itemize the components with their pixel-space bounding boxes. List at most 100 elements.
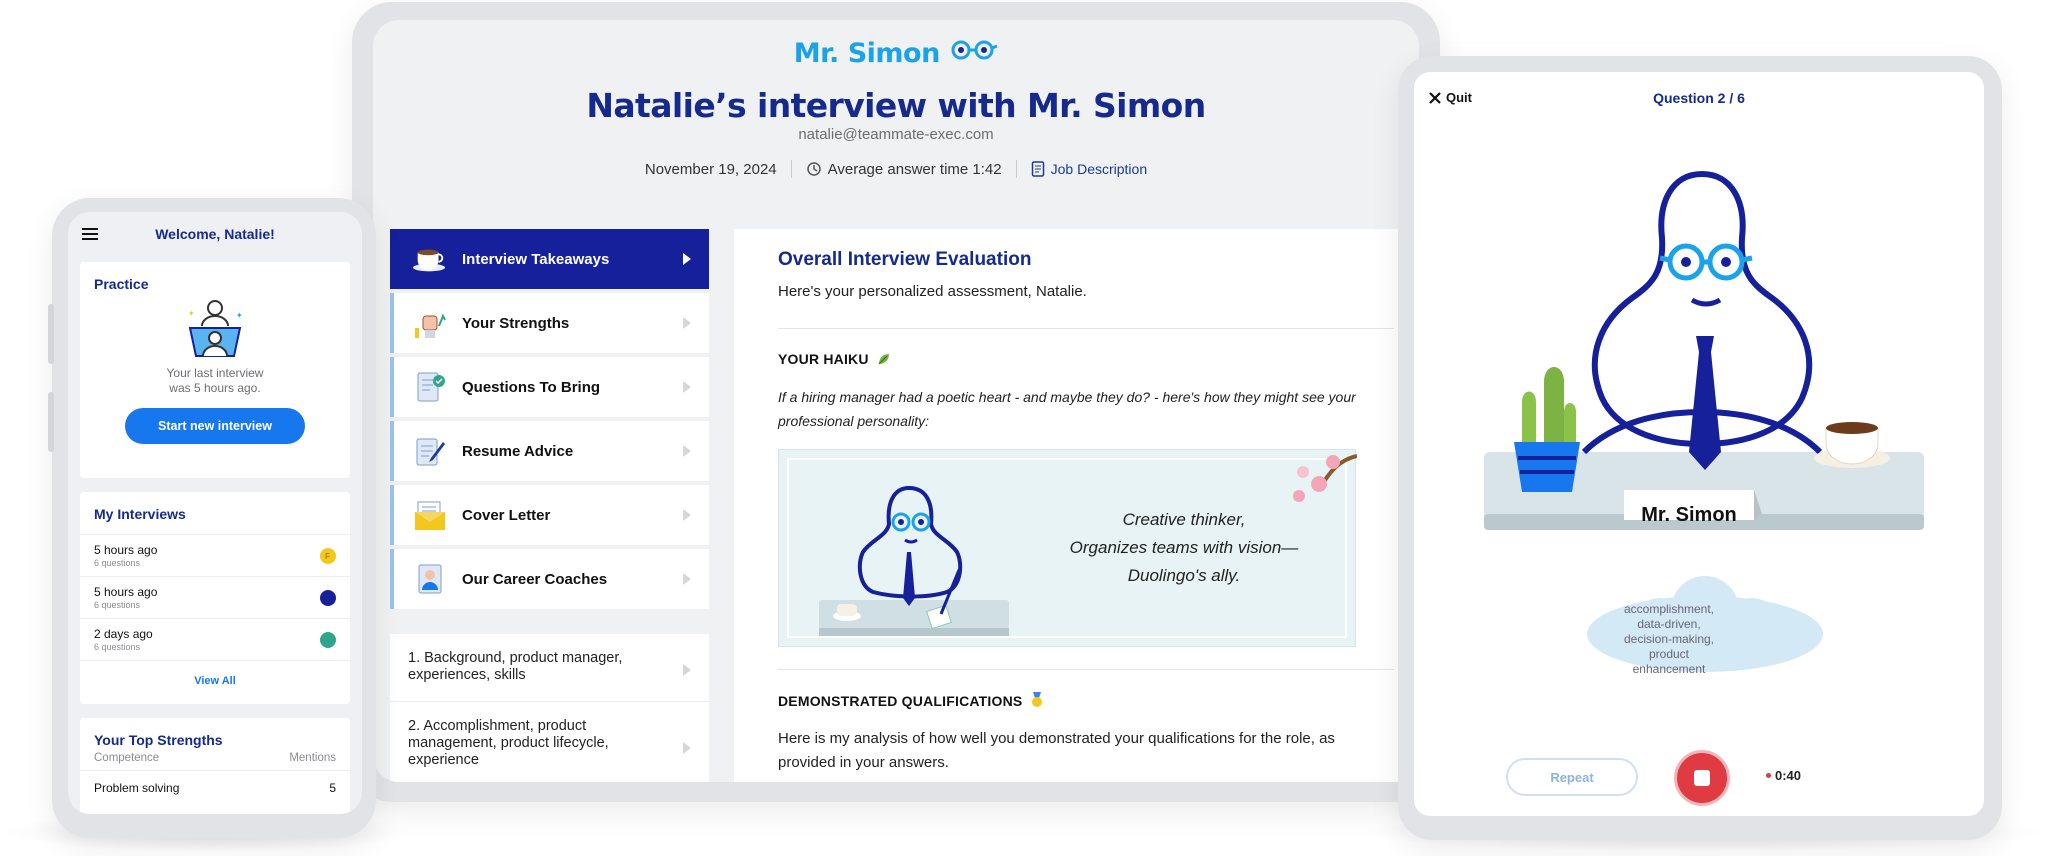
coach-portrait-icon bbox=[412, 561, 448, 597]
haiku-line-2: Organizes teams with vision— bbox=[1069, 538, 1299, 557]
chevron-right-icon bbox=[683, 742, 691, 754]
interview-session-screen: Quit Question 2 / 6 Mr. Simon accomplish… bbox=[1414, 72, 1984, 816]
haiku-poem: Creative thinker, Organizes teams with v… bbox=[1049, 506, 1319, 590]
meta-divider bbox=[1015, 160, 1017, 178]
interview-date: November 19, 2024 bbox=[644, 160, 777, 178]
phone-header: Welcome, Natalie! bbox=[68, 212, 362, 256]
interview-row[interactable]: 2 days ago 6 questions bbox=[80, 618, 350, 660]
interview-meta: November 19, 2024 Average answer time 1:… bbox=[373, 160, 1419, 178]
qualifications-heading-text: DEMONSTRATED QUALIFICATIONS bbox=[778, 693, 1023, 709]
candidate-email: natalie@teammate-exec.com bbox=[798, 126, 994, 143]
stop-icon bbox=[1694, 770, 1710, 786]
last-interview-line-2: was 5 hours ago. bbox=[169, 381, 261, 395]
recording-timer: 0:40 bbox=[1766, 768, 1801, 783]
svg-text:✦: ✦ bbox=[236, 311, 243, 320]
thought-keywords: accomplishment, data-driven, decision-ma… bbox=[1623, 602, 1715, 676]
strengths-header: Competence Mentions bbox=[80, 752, 350, 764]
mr-simon-writing-illustration bbox=[819, 485, 1009, 636]
center-tablet-screen: Mr. Simon Natalie’s interview with Mr. S… bbox=[373, 20, 1419, 782]
interview-question-count: 6 questions bbox=[94, 558, 141, 568]
question-text: 1. Background, product manager, experien… bbox=[408, 650, 623, 683]
brand-logo: Mr. Simon bbox=[373, 38, 1419, 69]
menu-item-interview-takeaways[interactable]: Interview Takeaways bbox=[390, 229, 709, 289]
haiku-lead: If a hiring manager had a poetic heart -… bbox=[778, 389, 1356, 429]
question-list: 1. Background, product manager, experien… bbox=[390, 634, 709, 782]
brand-name: Mr. Simon bbox=[793, 38, 941, 69]
menu-item-label: Questions To Bring bbox=[462, 378, 601, 396]
menu-item-career-coaches[interactable]: Our Career Coaches bbox=[390, 549, 709, 609]
hamburger-menu-icon[interactable] bbox=[82, 228, 98, 240]
my-interviews-card: My Interviews 5 hours ago 6 questions F … bbox=[80, 492, 350, 704]
menu-item-label: Our Career Coaches bbox=[462, 570, 608, 588]
job-description-link[interactable]: Job Description bbox=[1051, 161, 1148, 177]
resume-pen-icon bbox=[412, 433, 448, 469]
interview-row[interactable]: 5 hours ago 6 questions F bbox=[80, 534, 350, 576]
nameplate-label: Mr. Simon bbox=[1641, 504, 1737, 526]
chevron-right-icon bbox=[683, 509, 691, 521]
page-title: Natalie’s interview with Mr. Simon bbox=[586, 86, 1206, 125]
phone-side-button bbox=[48, 392, 54, 452]
phone-side-button bbox=[48, 304, 54, 364]
haiku-line-3: Duolingo's ally. bbox=[1127, 566, 1241, 585]
top-strengths-card: Your Top Strengths Competence Mentions P… bbox=[80, 718, 350, 814]
strength-mentions: 5 bbox=[329, 781, 336, 795]
menu-item-your-strengths[interactable]: Your Strengths bbox=[390, 293, 709, 353]
evaluation-title: Overall Interview Evaluation bbox=[778, 249, 1032, 270]
interview-question-count: 6 questions bbox=[94, 600, 141, 610]
chevron-right-icon bbox=[683, 317, 691, 329]
evaluation-intro: Here's your personalized assessment, Nat… bbox=[778, 283, 1087, 300]
fist-growth-icon bbox=[412, 305, 448, 341]
leaf-icon bbox=[878, 354, 889, 365]
menu-item-cover-letter[interactable]: Cover Letter bbox=[390, 485, 709, 545]
marketing-stage: Mr. Simon Natalie’s interview with Mr. S… bbox=[0, 0, 2050, 856]
chevron-right-icon bbox=[683, 573, 691, 585]
qualifications-heading: DEMONSTRATED QUALIFICATIONS bbox=[778, 692, 1394, 709]
chevron-right-icon bbox=[683, 664, 691, 676]
start-new-interview-button[interactable]: Start new interview bbox=[125, 408, 305, 444]
menu-item-label: Your Strengths bbox=[462, 314, 570, 332]
view-all-link[interactable]: View All bbox=[80, 660, 350, 706]
interview-question-count: 6 questions bbox=[94, 642, 141, 652]
interview-status-dot bbox=[320, 632, 336, 648]
repeat-button[interactable]: Repeat bbox=[1506, 758, 1638, 796]
menu-item-resume-advice[interactable]: Resume Advice bbox=[390, 421, 709, 481]
stop-recording-button[interactable] bbox=[1674, 750, 1730, 806]
strength-label: Problem solving bbox=[94, 781, 180, 795]
interview-time: 2 days ago bbox=[94, 627, 153, 641]
interview-desk-icon: ✦ ✦ bbox=[188, 300, 243, 357]
menu-item-label: Interview Takeaways bbox=[462, 250, 610, 268]
document-icon bbox=[1031, 161, 1044, 177]
menu-item-label: Cover Letter bbox=[462, 506, 551, 524]
menu-item-questions-to-bring[interactable]: Questions To Bring bbox=[390, 357, 709, 417]
avg-answer-time: Average answer time 1:42 bbox=[827, 160, 1002, 178]
top-strengths-title: Your Top Strengths bbox=[94, 732, 223, 748]
section-divider bbox=[778, 669, 1394, 670]
haiku-line-1: Creative thinker, bbox=[1122, 510, 1246, 529]
glasses-icon bbox=[951, 40, 998, 60]
meta-divider bbox=[790, 160, 792, 178]
question-item[interactable]: 1. Background, product manager, experien… bbox=[390, 634, 709, 702]
svg-text:F: F bbox=[325, 552, 330, 561]
last-interview-line-1: Your last interview bbox=[166, 366, 264, 380]
haiku-heading-text: YOUR HAIKU bbox=[778, 351, 869, 367]
svg-text:✦: ✦ bbox=[188, 309, 195, 318]
timer-value: 0:40 bbox=[1775, 768, 1802, 783]
menu-item-label: Resume Advice bbox=[462, 442, 574, 460]
question-counter: Question 2 / 6 bbox=[1653, 90, 1745, 106]
qualifications-body: Here is my analysis of how well you demo… bbox=[778, 730, 1335, 771]
practice-card: Practice ✦ ✦ Your last interview was 5 ho… bbox=[80, 262, 350, 478]
evaluation-panel: Overall Interview Evaluation Here's your… bbox=[734, 229, 1419, 782]
chevron-right-icon bbox=[683, 381, 691, 393]
question-item[interactable]: 2. Accomplishment, product management, p… bbox=[390, 702, 709, 782]
my-interviews-title: My Interviews bbox=[94, 506, 186, 522]
interview-row[interactable]: 5 hours ago 6 questions bbox=[80, 576, 350, 618]
interview-status-dot bbox=[320, 590, 336, 606]
phone-screen: Welcome, Natalie! Practice ✦ ✦ Your last … bbox=[68, 212, 362, 814]
interview-status-dot: F bbox=[320, 548, 336, 564]
haiku-card: Creative thinker, Organizes teams with v… bbox=[778, 449, 1357, 647]
document-check-icon bbox=[412, 369, 448, 405]
coffee-cup-icon bbox=[412, 241, 448, 277]
chevron-right-icon bbox=[683, 445, 691, 457]
envelope-icon bbox=[412, 497, 448, 533]
strength-row: Problem solving 5 bbox=[80, 770, 350, 805]
